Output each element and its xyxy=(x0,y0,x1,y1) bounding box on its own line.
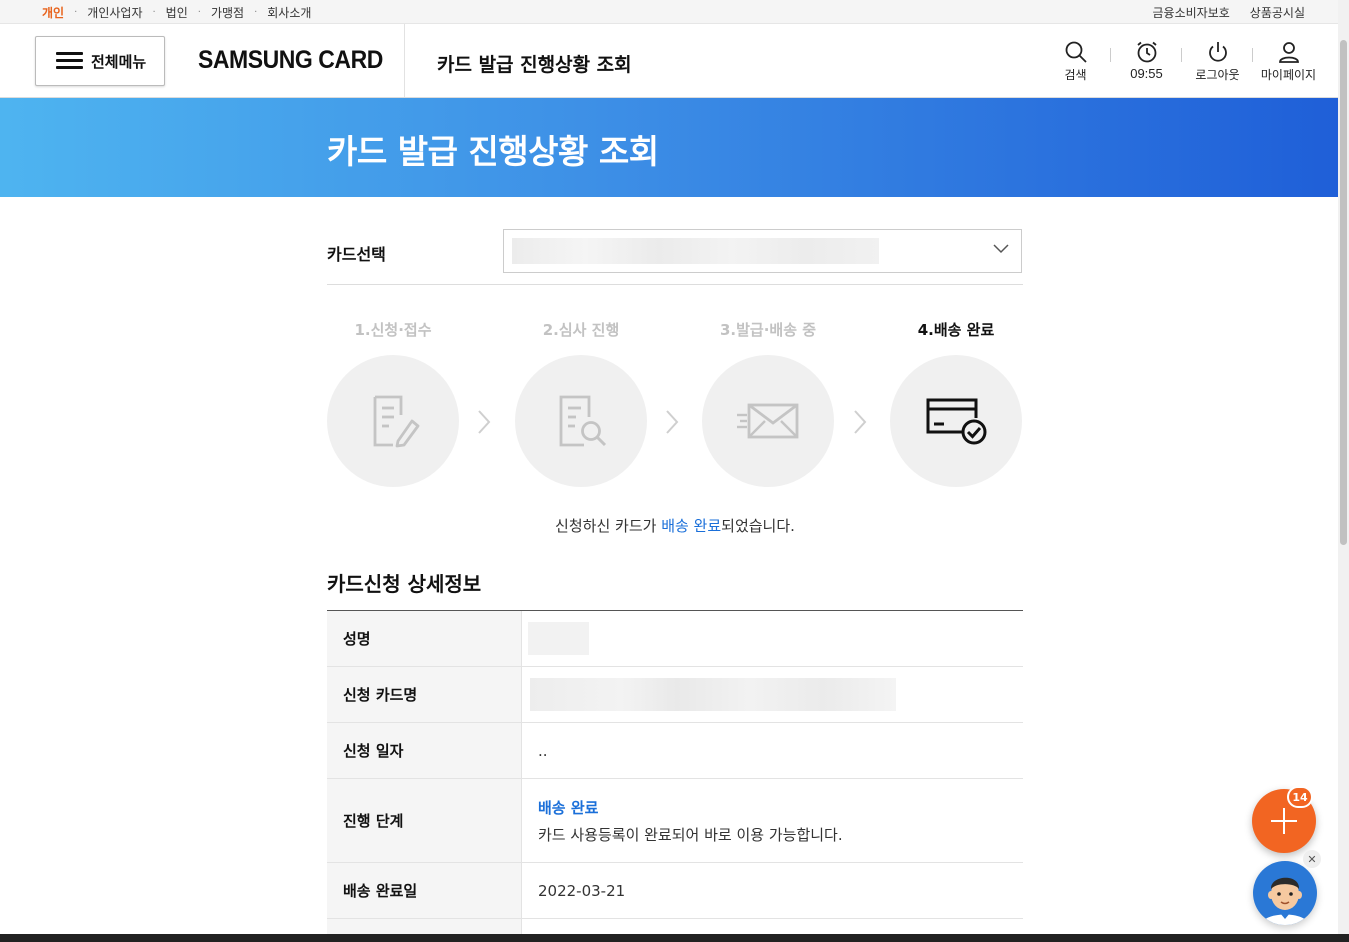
row-label-delivered-date: 배송 완료일 xyxy=(327,863,522,918)
hamburger-icon xyxy=(56,52,83,70)
mypage-button[interactable]: 마이페이지 xyxy=(1253,40,1324,83)
masked-card-name xyxy=(530,678,896,711)
card-select-row: 카드선택 xyxy=(327,229,1023,285)
link-consumer-protection[interactable]: 금융소비자보호 xyxy=(1153,4,1230,21)
link-product-disclosure[interactable]: 상품공시실 xyxy=(1250,4,1305,21)
alarm-clock-icon xyxy=(1136,41,1157,63)
table-row: 배송 완료일 2022-03-21 xyxy=(327,863,1023,919)
search-button[interactable]: 검색 xyxy=(1040,40,1111,83)
stage-description: 카드 사용등록이 완료되어 바로 이용 가능합니다. xyxy=(538,825,843,844)
nav-sole-proprietor[interactable]: 개인사업자 xyxy=(87,4,142,21)
chatbot-avatar-button[interactable] xyxy=(1253,861,1317,925)
site-header: 전체메뉴 SAMSUNG CARD 카드 발급 진행상황 조회 검색 09:55… xyxy=(0,24,1349,98)
table-row: 신청 일자 .. xyxy=(327,723,1023,779)
separator-dot: · xyxy=(74,7,78,18)
notification-badge: 14 xyxy=(1287,786,1313,808)
step-circle xyxy=(515,355,647,487)
step-circle xyxy=(890,355,1022,487)
step-label: 2.심사 진행 xyxy=(542,321,620,339)
table-row: 진행 단계 배송 완료 카드 사용등록이 완료되어 바로 이용 가능합니다. xyxy=(327,779,1023,863)
page-title: 카드 발급 진행상황 조회 xyxy=(327,132,659,171)
scrollbar-thumb[interactable] xyxy=(1340,40,1347,545)
row-value-name xyxy=(522,611,1023,666)
card-select-dropdown[interactable] xyxy=(503,229,1022,273)
row-label-card-name: 신청 카드명 xyxy=(327,667,522,722)
utility-links: 금융소비자보호 상품공시실 xyxy=(1153,4,1305,21)
progress-steps: 1.신청·접수 2.심사 진행 3.발급·배송 중 4.배송 완료 xyxy=(327,319,1023,489)
step-label: 1.신청·접수 xyxy=(354,321,432,339)
row-label-apply-date: 신청 일자 xyxy=(327,723,522,778)
detail-table: 성명 신청 카드명 신청 일자 .. 진행 단계 배송 완료 카드 사용등록이 … xyxy=(327,610,1023,939)
header-actions: 검색 09:55 로그아웃 마이페이지 xyxy=(1040,40,1324,83)
status-suffix: 되었습니다. xyxy=(721,517,795,535)
document-search-icon xyxy=(559,395,607,447)
nav-company-intro[interactable]: 회사소개 xyxy=(267,4,311,21)
chevron-right-icon xyxy=(478,410,491,434)
page-banner: 카드 발급 진행상황 조회 xyxy=(0,98,1338,197)
row-value-stage: 배송 완료 카드 사용등록이 완료되어 바로 이용 가능합니다. xyxy=(522,779,1023,862)
masked-name xyxy=(528,622,589,655)
row-label-stage: 진행 단계 xyxy=(327,779,522,862)
nav-corporate[interactable]: 법인 xyxy=(166,4,188,21)
detail-section-title: 카드신청 상세정보 xyxy=(327,572,482,596)
step-label: 3.발급·배송 중 xyxy=(719,321,817,339)
separator-dot: · xyxy=(152,7,156,18)
all-menu-label: 전체메뉴 xyxy=(91,52,147,71)
chevron-down-icon xyxy=(993,244,1009,254)
taskbar-edge xyxy=(0,934,1349,942)
step-delivered: 4.배송 완료 xyxy=(890,319,1022,487)
plus-icon xyxy=(1271,808,1297,834)
logout-label: 로그아웃 xyxy=(1195,68,1240,82)
utility-bar: 개인 · 개인사업자 · 법인 · 가맹점 · 회사소개 금융소비자보호 상품공… xyxy=(0,0,1349,24)
header-page-title: 카드 발급 진행상황 조회 xyxy=(437,54,632,76)
customer-type-nav: 개인 · 개인사업자 · 법인 · 가맹점 · 회사소개 xyxy=(42,4,311,21)
stage-status: 배송 완료 xyxy=(538,798,599,817)
step-circle xyxy=(327,355,459,487)
row-label-name: 성명 xyxy=(327,611,522,666)
header-divider xyxy=(404,24,405,97)
logout-button[interactable]: 로그아웃 xyxy=(1182,40,1253,83)
page-scrollbar[interactable] xyxy=(1338,0,1349,942)
table-row: 성명 xyxy=(327,611,1023,667)
session-timer-value: 09:55 xyxy=(1130,66,1163,81)
power-icon xyxy=(1208,42,1227,62)
row-value-delivered-date: 2022-03-21 xyxy=(538,881,626,900)
step-review: 2.심사 진행 xyxy=(515,319,647,487)
table-row: 신청 카드명 xyxy=(327,667,1023,723)
session-timer[interactable]: 09:55 xyxy=(1111,40,1182,83)
chevron-right-icon xyxy=(854,410,867,434)
chevron-right-icon xyxy=(666,410,679,434)
close-chatbot-button[interactable]: ✕ xyxy=(1303,850,1321,868)
nav-personal[interactable]: 개인 xyxy=(42,4,64,21)
application-form-icon xyxy=(373,395,420,448)
step-shipping: 3.발급·배송 중 xyxy=(702,319,834,487)
separator-dot: · xyxy=(254,7,258,18)
samsung-card-logo[interactable]: SAMSUNG CARD xyxy=(198,46,383,75)
status-message: 신청하신 카드가 배송 완료되었습니다. xyxy=(327,515,1023,536)
user-icon xyxy=(1278,42,1299,63)
mail-delivery-icon xyxy=(737,403,799,439)
nav-merchant[interactable]: 가맹점 xyxy=(211,4,244,21)
masked-card-value xyxy=(512,238,879,264)
mypage-label: 마이페이지 xyxy=(1260,68,1317,82)
search-icon xyxy=(1065,41,1087,63)
step-application: 1.신청·접수 xyxy=(327,319,459,487)
row-value-card-name xyxy=(522,667,1023,722)
separator-dot: · xyxy=(197,7,201,18)
status-prefix: 신청하신 카드가 xyxy=(555,517,662,535)
step-label: 4.배송 완료 xyxy=(917,321,995,339)
card-select-label: 카드선택 xyxy=(327,245,386,264)
all-menu-button[interactable]: 전체메뉴 xyxy=(35,36,165,86)
card-check-icon xyxy=(926,398,987,445)
row-value-apply-date: .. xyxy=(538,741,548,760)
status-highlight: 배송 완료 xyxy=(661,517,722,535)
step-circle xyxy=(702,355,834,487)
search-label: 검색 xyxy=(1064,68,1087,82)
chatbot-face-icon xyxy=(1261,877,1309,925)
